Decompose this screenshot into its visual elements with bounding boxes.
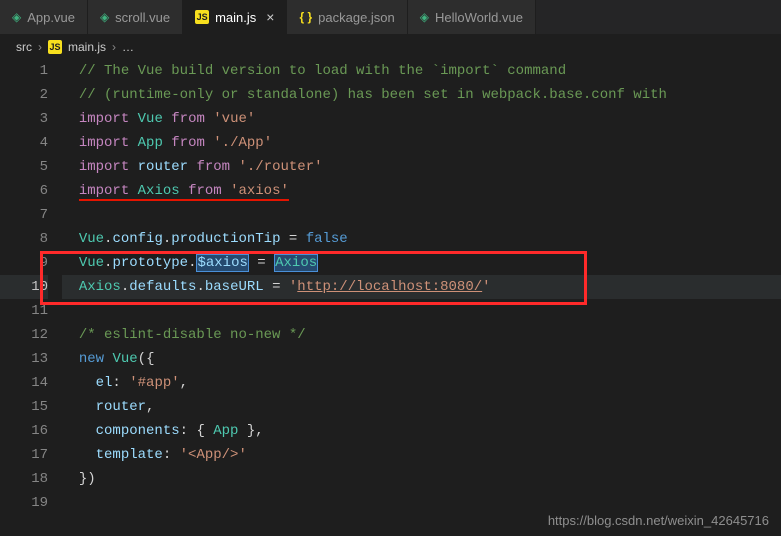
js-icon: JS (195, 10, 209, 24)
code-line: el: '#app', (62, 371, 781, 395)
code-line: new Vue({ (62, 347, 781, 371)
code-line: // The Vue build version to load with th… (62, 59, 781, 83)
code-line: import App from './App' (62, 131, 781, 155)
js-icon: JS (48, 40, 62, 54)
tab-label: HelloWorld.vue (435, 10, 523, 25)
breadcrumb-root: src (16, 40, 32, 54)
line-number: 2 (0, 83, 48, 107)
breadcrumb[interactable]: src › JS main.js › … (0, 35, 781, 59)
json-icon: { } (299, 10, 312, 24)
tab-label: scroll.vue (115, 10, 170, 25)
code-line (62, 203, 781, 227)
line-number: 16 (0, 419, 48, 443)
code-line: Vue.prototype.$axios = Axios (62, 251, 781, 275)
editor-tabs: ◈ App.vue ◈ scroll.vue JS main.js × { } … (0, 0, 781, 35)
tab-label: App.vue (27, 10, 75, 25)
line-number: 4 (0, 131, 48, 155)
breadcrumb-file: main.js (68, 40, 106, 54)
breadcrumb-tail: … (122, 40, 134, 54)
code-line: import Axios from 'axios' (62, 179, 781, 203)
watermark: https://blog.csdn.net/weixin_42645716 (548, 513, 769, 528)
line-number: 17 (0, 443, 48, 467)
vue-icon: ◈ (420, 10, 429, 24)
tab-scroll-vue[interactable]: ◈ scroll.vue (88, 0, 183, 34)
line-number: 8 (0, 227, 48, 251)
code-line (62, 299, 781, 323)
vue-icon: ◈ (100, 10, 109, 24)
line-number: 7 (0, 203, 48, 227)
tab-app-vue[interactable]: ◈ App.vue (0, 0, 88, 34)
code-line: components: { App }, (62, 419, 781, 443)
chevron-right-icon: › (38, 40, 42, 54)
code-area[interactable]: // The Vue build version to load with th… (62, 59, 781, 515)
line-number: 15 (0, 395, 48, 419)
code-line: // (runtime-only or standalone) has been… (62, 83, 781, 107)
tab-label: package.json (318, 10, 395, 25)
chevron-right-icon: › (112, 40, 116, 54)
line-gutter: 1 2 3 4 5 6 7 8 9 10 11 12 13 14 15 16 1… (0, 59, 62, 515)
tab-package-json[interactable]: { } package.json (287, 0, 407, 34)
line-number: 5 (0, 155, 48, 179)
line-number: 12 (0, 323, 48, 347)
line-number: 3 (0, 107, 48, 131)
line-number: 11 (0, 299, 48, 323)
line-number: 18 (0, 467, 48, 491)
code-line: import router from './router' (62, 155, 781, 179)
close-icon[interactable]: × (266, 9, 274, 25)
line-number: 6 (0, 179, 48, 203)
tab-main-js[interactable]: JS main.js × (183, 0, 287, 34)
line-number: 10 (0, 275, 48, 299)
selection: Axios (274, 254, 318, 272)
code-editor[interactable]: 1 2 3 4 5 6 7 8 9 10 11 12 13 14 15 16 1… (0, 59, 781, 515)
code-line: Vue.config.productionTip = false (62, 227, 781, 251)
code-line: router, (62, 395, 781, 419)
tab-helloworld-vue[interactable]: ◈ HelloWorld.vue (408, 0, 536, 34)
line-number: 1 (0, 59, 48, 83)
code-line: /* eslint-disable no-new */ (62, 323, 781, 347)
code-line: template: '<App/>' (62, 443, 781, 467)
code-line (62, 491, 781, 515)
vue-icon: ◈ (12, 10, 21, 24)
code-line: import Vue from 'vue' (62, 107, 781, 131)
code-line: }) (62, 467, 781, 491)
selection: $axios (196, 254, 248, 272)
line-number: 13 (0, 347, 48, 371)
tab-label: main.js (215, 10, 256, 25)
line-number: 14 (0, 371, 48, 395)
code-line: Axios.defaults.baseURL = 'http://localho… (62, 275, 781, 299)
line-number: 9 (0, 251, 48, 275)
line-number: 19 (0, 491, 48, 515)
